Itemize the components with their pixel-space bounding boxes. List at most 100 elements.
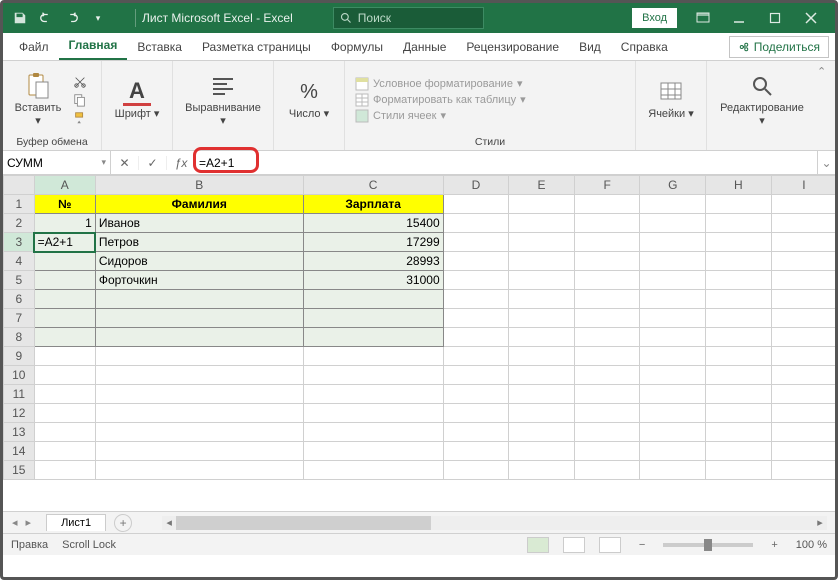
tab-help[interactable]: Справка xyxy=(611,34,678,60)
scroll-thumb[interactable] xyxy=(176,516,431,530)
cell[interactable] xyxy=(303,385,443,404)
cell[interactable] xyxy=(771,290,835,309)
cell[interactable]: 1 xyxy=(34,214,95,233)
sheet-tab[interactable]: Лист1 xyxy=(46,514,106,531)
add-sheet-icon[interactable]: + xyxy=(114,514,132,532)
cell[interactable] xyxy=(771,214,835,233)
cell[interactable] xyxy=(640,366,706,385)
col-header[interactable]: A xyxy=(34,176,95,195)
collapse-ribbon-icon[interactable]: ⌃ xyxy=(817,65,835,78)
row-header[interactable]: 9 xyxy=(4,347,35,366)
formula-input[interactable] xyxy=(199,156,817,170)
tab-formulas[interactable]: Формулы xyxy=(321,34,393,60)
undo-icon[interactable] xyxy=(35,7,57,29)
cell[interactable] xyxy=(771,252,835,271)
cell[interactable]: Иванов xyxy=(95,214,303,233)
cell[interactable] xyxy=(443,252,509,271)
name-box-input[interactable] xyxy=(7,156,77,170)
save-icon[interactable] xyxy=(9,7,31,29)
name-box[interactable]: ▾ xyxy=(3,151,111,174)
cell[interactable] xyxy=(443,404,509,423)
cell[interactable] xyxy=(95,309,303,328)
minimize-icon[interactable] xyxy=(721,4,757,32)
cell[interactable] xyxy=(574,290,640,309)
cell[interactable] xyxy=(509,442,575,461)
font-dropdown[interactable]: A Шрифт ▾ xyxy=(112,78,162,120)
cell[interactable] xyxy=(34,423,95,442)
editing-dropdown[interactable]: Редактирование ▾ xyxy=(717,72,807,126)
cell[interactable] xyxy=(771,328,835,347)
cell[interactable] xyxy=(443,271,509,290)
view-page-break-icon[interactable] xyxy=(599,537,621,553)
cell[interactable] xyxy=(303,423,443,442)
cell[interactable] xyxy=(303,290,443,309)
cell[interactable] xyxy=(303,461,443,480)
cell[interactable] xyxy=(443,366,509,385)
copy-icon[interactable] xyxy=(69,92,91,108)
cell[interactable] xyxy=(706,252,772,271)
share-button[interactable]: Поделиться xyxy=(729,36,829,58)
cell[interactable] xyxy=(640,290,706,309)
expand-formula-bar-icon[interactable]: ⌄ xyxy=(817,151,835,174)
cell[interactable] xyxy=(706,385,772,404)
zoom-in-icon[interactable]: + xyxy=(767,539,781,551)
close-icon[interactable] xyxy=(793,4,829,32)
cell[interactable] xyxy=(303,366,443,385)
redo-icon[interactable] xyxy=(61,7,83,29)
cell[interactable] xyxy=(640,271,706,290)
cell[interactable] xyxy=(771,347,835,366)
cell[interactable] xyxy=(95,385,303,404)
cell[interactable] xyxy=(509,328,575,347)
cell[interactable] xyxy=(640,195,706,214)
col-header[interactable]: F xyxy=(574,176,640,195)
cell[interactable] xyxy=(303,328,443,347)
cell[interactable] xyxy=(771,233,835,252)
cell[interactable] xyxy=(640,214,706,233)
ribbon-display-icon[interactable] xyxy=(685,4,721,32)
cell[interactable] xyxy=(303,309,443,328)
zoom-out-icon[interactable]: − xyxy=(635,539,649,551)
row-header[interactable]: 14 xyxy=(4,442,35,461)
cell[interactable] xyxy=(509,252,575,271)
cell[interactable] xyxy=(443,214,509,233)
cell[interactable] xyxy=(640,404,706,423)
row-header[interactable]: 11 xyxy=(4,385,35,404)
cell[interactable]: 17299 xyxy=(303,233,443,252)
cell[interactable]: Фамилия xyxy=(95,195,303,214)
cell[interactable] xyxy=(574,347,640,366)
cell[interactable] xyxy=(509,214,575,233)
col-header[interactable]: E xyxy=(509,176,575,195)
cell[interactable] xyxy=(574,385,640,404)
cell[interactable] xyxy=(95,347,303,366)
cell[interactable] xyxy=(771,461,835,480)
cell[interactable] xyxy=(771,385,835,404)
cell[interactable] xyxy=(95,290,303,309)
cell[interactable] xyxy=(640,233,706,252)
cell[interactable] xyxy=(640,385,706,404)
cell[interactable] xyxy=(303,442,443,461)
cell[interactable]: Форточкин xyxy=(95,271,303,290)
cell[interactable] xyxy=(574,461,640,480)
cell[interactable] xyxy=(95,442,303,461)
cell[interactable] xyxy=(574,271,640,290)
maximize-icon[interactable] xyxy=(757,4,793,32)
cell[interactable] xyxy=(95,366,303,385)
cell[interactable] xyxy=(771,309,835,328)
cell[interactable]: № xyxy=(34,195,95,214)
col-header[interactable]: I xyxy=(771,176,835,195)
tab-data[interactable]: Данные xyxy=(393,34,456,60)
row-header[interactable]: 2 xyxy=(4,214,35,233)
row-header[interactable]: 5 xyxy=(4,271,35,290)
cell[interactable] xyxy=(34,252,95,271)
cell[interactable] xyxy=(640,252,706,271)
row-header[interactable]: 4 xyxy=(4,252,35,271)
cell[interactable]: 31000 xyxy=(303,271,443,290)
row-header[interactable]: 12 xyxy=(4,404,35,423)
cell[interactable] xyxy=(706,347,772,366)
active-cell[interactable]: =A2+1 xyxy=(34,233,95,252)
cell[interactable]: 28993 xyxy=(303,252,443,271)
col-header[interactable]: G xyxy=(640,176,706,195)
cell[interactable] xyxy=(574,328,640,347)
cell[interactable] xyxy=(574,366,640,385)
cell[interactable] xyxy=(706,461,772,480)
